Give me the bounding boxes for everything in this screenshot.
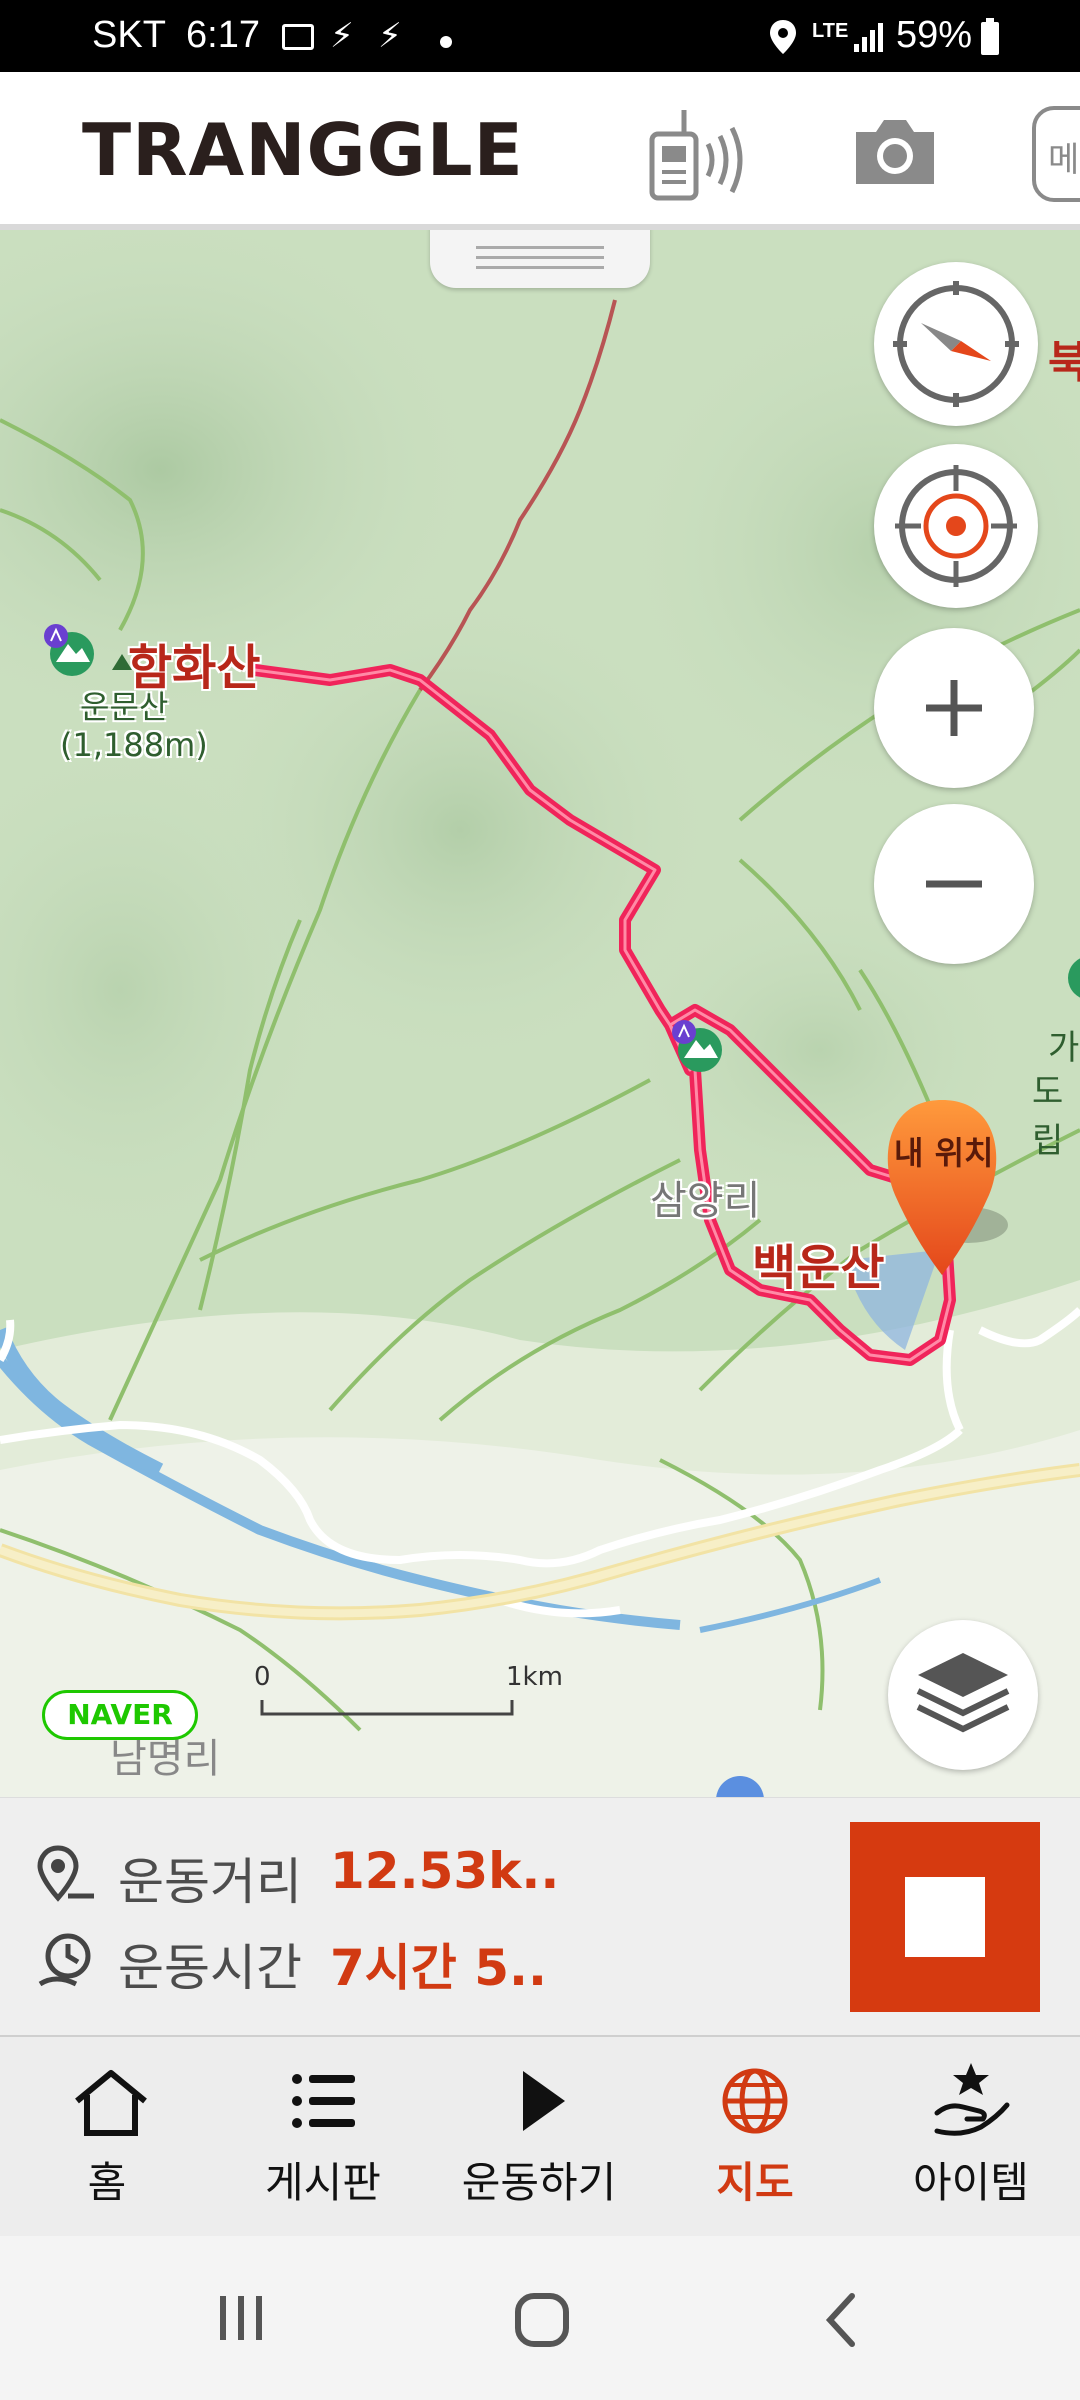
- drawer-handle[interactable]: [430, 230, 650, 288]
- stop-button[interactable]: [850, 1822, 1040, 2012]
- nav-board[interactable]: 게시판: [233, 2037, 413, 2238]
- label-samyangri: 삼양리: [650, 1178, 761, 1224]
- clock: 6:17: [186, 14, 260, 56]
- back-icon[interactable]: [822, 2292, 862, 2348]
- nav-home-label: 홈: [87, 2158, 127, 2207]
- carrier: SKT: [92, 14, 166, 56]
- play-icon: [523, 2071, 565, 2131]
- label-right-edge-top: 북: [1048, 337, 1080, 388]
- naver-logo: NAVER: [67, 1698, 173, 1731]
- status-bar: SKT 6:17 ⚡ ⚡ LTE 59%: [0, 0, 1080, 72]
- walkie-talkie-icon[interactable]: [648, 104, 760, 202]
- app-header: TRANGGLE 메: [0, 72, 1080, 230]
- hand-star-icon: [934, 2063, 1010, 2136]
- zoom-out-button[interactable]: [874, 804, 1034, 964]
- zoom-in-button[interactable]: [874, 628, 1034, 788]
- stop-icon: [905, 1877, 985, 1957]
- workout-stats-panel: 운동거리 12.53k.. 운동시간 7시간 5..: [0, 1797, 1080, 2036]
- my-location-label: 내 위치: [894, 1134, 994, 1172]
- label-unmunsan-elevation: (1,188m): [60, 726, 208, 764]
- list-icon: [292, 2074, 355, 2128]
- network-type: LTE: [812, 20, 849, 42]
- sync-icon-2: ⚡: [378, 16, 402, 56]
- system-navigation-bar: [0, 2236, 1080, 2400]
- brand-logo: TRANGGLE: [82, 108, 524, 192]
- time-clock-icon: [38, 1933, 91, 1987]
- nav-board-label: 게시판: [265, 2158, 381, 2207]
- menu-label: 메: [1048, 140, 1080, 180]
- camera-icon[interactable]: [850, 114, 940, 190]
- layers-button[interactable]: [888, 1620, 1038, 1770]
- naver-badge: NAVER: [42, 1690, 198, 1740]
- time-value: 7시간 5..: [330, 1939, 547, 1997]
- locate-me-button[interactable]: [874, 444, 1038, 608]
- crosshair-icon: [895, 465, 1017, 587]
- signal-icon: [854, 23, 883, 52]
- home-system-icon[interactable]: [514, 2292, 570, 2348]
- time-label: 운동시간: [118, 1939, 302, 1997]
- nav-workout-label: 운동하기: [461, 2158, 617, 2207]
- plus-icon: [926, 680, 982, 736]
- label-right-edge-2: 도립: [1032, 1072, 1064, 1161]
- location-icon: [770, 20, 796, 54]
- scale-start: 0: [254, 1662, 271, 1692]
- compass-button[interactable]: [874, 262, 1038, 426]
- home-icon: [75, 2070, 147, 2136]
- distance-label: 운동거리: [118, 1853, 302, 1911]
- label-baegunsan: 백운산: [752, 1240, 885, 1296]
- image-notification-icon: [282, 24, 314, 50]
- dot-icon: [440, 36, 452, 48]
- nav-home[interactable]: 홈: [17, 2037, 197, 2238]
- nav-map-label: 지도: [716, 2158, 794, 2207]
- map-view[interactable]: 함화산 운문산 (1,188m) 삼양리 백운산 내 위치 북 가 도립 남명리…: [0, 230, 1080, 1797]
- nav-items-label: 아이템: [913, 2158, 1029, 2207]
- globe-icon: [722, 2068, 788, 2134]
- compass-icon: [893, 281, 1019, 407]
- recent-apps-icon[interactable]: [216, 2292, 268, 2344]
- menu-button[interactable]: 메: [1032, 106, 1080, 202]
- nav-items[interactable]: 아이템: [881, 2037, 1061, 2238]
- nav-workout[interactable]: 운동하기: [449, 2037, 629, 2238]
- minus-icon: [926, 880, 982, 888]
- scale-end: 1km: [506, 1662, 563, 1692]
- battery-icon: [981, 18, 999, 55]
- distance-pin-icon: [37, 1845, 94, 1902]
- nav-map[interactable]: 지도: [665, 2037, 845, 2238]
- sync-icon: ⚡: [330, 16, 354, 56]
- bottom-navigation: 홈 게시판 운동하기 지도 아이템: [0, 2035, 1080, 2238]
- label-right-edge-1: 가: [1048, 1028, 1080, 1068]
- battery-percent: 59%: [896, 14, 973, 56]
- distance-value: 12.53k..: [330, 1842, 560, 1900]
- label-unmunsan: 운문산: [80, 688, 169, 726]
- layers-icon: [916, 1653, 1010, 1733]
